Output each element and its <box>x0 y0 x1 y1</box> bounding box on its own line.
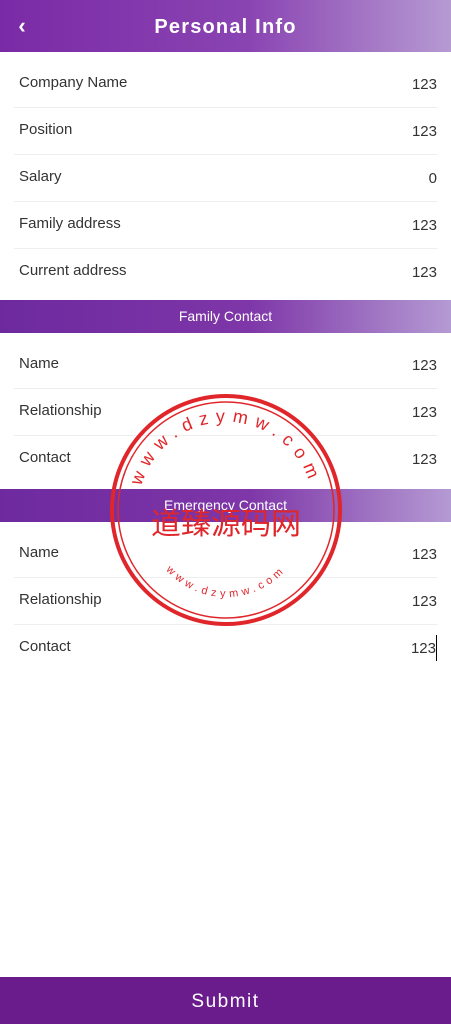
list-item: Relationship <box>14 389 437 436</box>
emergency-contact-input[interactable] <box>316 635 437 661</box>
current-address-input[interactable] <box>317 259 437 285</box>
field-label: Position <box>19 121 73 138</box>
section-header-family-contact: Family Contact <box>0 300 451 333</box>
emergency-relationship-input[interactable] <box>317 588 437 614</box>
family-address-input[interactable] <box>317 212 437 238</box>
field-label: Name <box>19 355 60 372</box>
field-label: Relationship <box>19 591 102 608</box>
field-label: Contact <box>19 638 71 655</box>
field-label: Salary <box>19 168 62 185</box>
family-relationship-input[interactable] <box>317 399 437 425</box>
work-info-list: Company Name Position Salary Family addr… <box>0 61 451 295</box>
list-item: Name <box>14 342 437 389</box>
family-contact-list: Name Relationship Contact <box>0 342 451 482</box>
field-label: Current address <box>19 262 127 279</box>
field-label: Name <box>19 544 60 561</box>
position-input[interactable] <box>317 118 437 144</box>
personal-info-screen: ‹ Personal Info Company Name Position Sa… <box>0 0 451 1024</box>
company-name-input[interactable] <box>317 71 437 97</box>
list-item: Salary <box>14 155 437 202</box>
list-item: Position <box>14 108 437 155</box>
family-contact-input[interactable] <box>317 446 437 472</box>
header-bar: ‹ Personal Info <box>0 0 451 52</box>
section-header-emergency-contact: Emergency Contact <box>0 489 451 522</box>
emergency-contact-list: Name Relationship Contact <box>0 531 451 671</box>
family-name-input[interactable] <box>317 352 437 378</box>
page-title: Personal Info <box>154 16 297 38</box>
emergency-name-input[interactable] <box>317 541 437 567</box>
list-item: Contact <box>14 436 437 482</box>
list-item: Relationship <box>14 578 437 625</box>
list-item: Name <box>14 531 437 578</box>
salary-input[interactable] <box>317 165 437 191</box>
submit-button[interactable]: Submit <box>0 977 451 1024</box>
field-label: Family address <box>19 215 121 232</box>
field-label: Relationship <box>19 402 102 419</box>
list-item: Contact <box>14 625 437 671</box>
list-item: Current address <box>14 249 437 295</box>
list-item: Company Name <box>14 61 437 108</box>
list-item: Family address <box>14 202 437 249</box>
field-label: Contact <box>19 449 71 466</box>
field-label: Company Name <box>19 74 128 91</box>
